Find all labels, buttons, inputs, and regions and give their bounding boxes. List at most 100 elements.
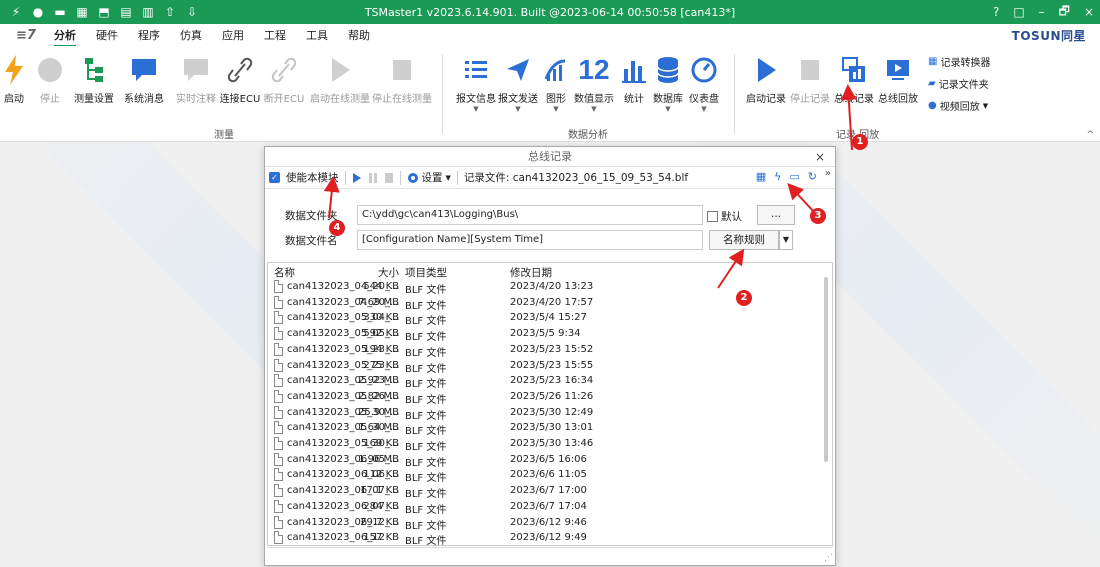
file-size: 2.92 MB <box>358 375 399 387</box>
file-size: 1.96 MB <box>358 453 399 465</box>
stop-square-icon <box>801 60 819 80</box>
folder-input[interactable]: C:\ydd\gc\can413\Logging\Bus\ <box>357 205 703 225</box>
file-date: 2023/6/7 17:04 <box>510 500 587 512</box>
connect-icon[interactable]: ⬒ <box>96 4 112 20</box>
refresh-icon[interactable]: ↻ <box>808 170 817 183</box>
pause-icon[interactable] <box>368 172 378 184</box>
vertical-scrollbar[interactable] <box>824 277 828 462</box>
file-row[interactable]: can4132023_05_23_... 275 KB BLF 文件 2023/5/2… <box>268 358 808 375</box>
file-row[interactable]: can4132023_06_07_... 284 KB BLF 文件 2023/6/7… <box>268 499 808 516</box>
grid-icon[interactable]: ▦ <box>74 4 90 20</box>
log-folder-button[interactable]: ▰ 记录文件夹 <box>928 76 989 91</box>
measure-group-label: 测量 <box>214 130 234 141</box>
bus-recording-dialog: 总线记录 × ✓ 使能本模块 设置 ▼ 记录文件: can4132023_06_… <box>264 146 836 566</box>
stop-circle-icon[interactable]: ● <box>30 4 46 20</box>
menu-project[interactable]: 工程 <box>264 27 286 43</box>
menu-hardware[interactable]: 硬件 <box>96 27 118 43</box>
annotation-badge-4: 4 <box>329 220 345 236</box>
menu-program[interactable]: 程序 <box>138 27 160 43</box>
upload-icon[interactable]: ⇧ <box>162 4 178 20</box>
minimize-button[interactable]: – <box>1039 5 1045 19</box>
chat-bubble-icon <box>132 59 156 81</box>
file-row[interactable]: can4132023_05_05_... 592 KB BLF 文件 2023/5/5… <box>268 326 808 343</box>
filename-input[interactable]: [Configuration Name][System Time] <box>357 230 703 250</box>
maximize-button[interactable]: 🗗 <box>1059 2 1070 23</box>
enable-module-checkbox[interactable]: ✓ <box>269 172 280 183</box>
file-row[interactable]: can4132023_04_20_... 7.69 MB BLF 文件 2023/4/… <box>268 295 808 312</box>
file-date: 2023/5/4 15:27 <box>510 312 587 324</box>
naming-rule-button[interactable]: 名称规则 <box>709 230 779 250</box>
default-checkbox[interactable]: 默认 <box>707 209 742 224</box>
stop-circle-icon <box>38 58 62 82</box>
file-row[interactable]: can4132023_06_12_... 29.7 KB BLF 文件 2023/6/… <box>268 515 808 532</box>
play-icon[interactable] <box>352 172 362 184</box>
file-date: 2023/4/20 13:23 <box>510 281 594 292</box>
file-row[interactable]: can4132023_06_12 157 KB BLF 文件 2023/6/12 9:… <box>268 530 808 546</box>
browse-button[interactable]: ... <box>757 205 795 225</box>
start-online-measurement-button[interactable]: 启动在线测量 <box>310 52 370 105</box>
lightning-icon[interactable]: ϟ <box>774 170 781 183</box>
chevron-down-icon: ▼ <box>982 101 989 110</box>
horizontal-scrollbar[interactable] <box>267 547 833 565</box>
disconnect-ecu-button[interactable]: 断开ECU <box>258 52 310 105</box>
file-icon <box>274 515 283 529</box>
filename-label: 数据文件名 <box>285 235 338 247</box>
export-icon[interactable]: ▦ <box>756 170 766 183</box>
column-header-size[interactable]: 大小 <box>378 265 399 280</box>
stop-icon[interactable] <box>384 172 394 184</box>
file-row[interactable]: can4132023_05_26_... 2.82 MB BLF 文件 2023/5/… <box>268 389 808 406</box>
file-date: 2023/5/26 11:26 <box>510 390 594 402</box>
file-type: BLF 文件 <box>405 536 447 546</box>
dashboard-button[interactable]: 仪表盘 ▼ <box>678 52 730 113</box>
column-header-name[interactable]: 名称 <box>274 265 295 280</box>
menu-analysis[interactable]: 分析 <box>53 27 76 47</box>
chevron-down-icon: ▼ <box>591 105 597 113</box>
help-button[interactable]: ? <box>993 5 999 19</box>
collapse-ribbon-icon[interactable]: ^ <box>1086 130 1094 140</box>
file-date: 2023/6/12 9:46 <box>510 516 587 528</box>
file-row[interactable]: can4132023_05_23_... 194 KB BLF 文件 2023/5/2… <box>268 342 808 359</box>
file-size: 157 KB <box>363 532 399 544</box>
close-button[interactable]: × <box>1084 5 1094 19</box>
file-row[interactable]: can4132023_06_06_... 112 KB BLF 文件 2023/6/6… <box>268 467 808 484</box>
file-row[interactable]: can4132023_05_30_... 25.9 MB BLF 文件 2023/5/… <box>268 405 808 422</box>
column-header-date[interactable]: 修改日期 <box>510 265 552 280</box>
layout-icon[interactable]: ▤ <box>118 4 134 20</box>
monitor-play-icon <box>887 60 909 80</box>
message-icon[interactable]: ▬ <box>52 4 68 20</box>
group-divider <box>734 54 735 134</box>
layout-edit-icon[interactable]: ▥ <box>140 4 156 20</box>
stop-button[interactable]: 停止 <box>30 52 70 105</box>
stop-square-icon <box>393 60 411 80</box>
resize-grip-icon[interactable]: ⋰ <box>824 553 833 563</box>
file-row[interactable]: can4132023_05_04_... 330 KB BLF 文件 2023/5/4… <box>268 310 808 327</box>
stop-online-measurement-button[interactable]: 停止在线测量 <box>372 52 432 105</box>
naming-rule-dropdown[interactable]: ▼ <box>779 230 793 250</box>
start-button[interactable]: 启动 <box>0 52 34 105</box>
more-icon[interactable]: » <box>825 168 831 179</box>
file-row[interactable]: can4132023_04_20_... 544 KB BLF 文件 2023/4/2… <box>268 279 808 296</box>
clear-icon[interactable]: ▭ <box>789 170 799 183</box>
download-icon[interactable]: ⇩ <box>184 4 200 20</box>
dialog-close-icon[interactable]: × <box>815 147 825 167</box>
file-row[interactable]: can4132023_05_23_... 2.92 MB BLF 文件 2023/5/… <box>268 373 808 390</box>
bus-playback-button[interactable]: 总线回放 <box>872 52 924 105</box>
menu-tools[interactable]: 工具 <box>306 27 328 43</box>
menu-simulation[interactable]: 仿真 <box>180 27 202 43</box>
column-header-type[interactable]: 项目类型 <box>405 265 447 280</box>
file-row[interactable]: can4132023_05_30_... 1.64 MB BLF 文件 2023/5/… <box>268 420 808 437</box>
measurement-setup-button[interactable]: 测量设置 <box>68 52 120 105</box>
lightning-icon[interactable]: ⚡ <box>8 4 24 20</box>
file-row[interactable]: can4132023_06_05_... 1.96 MB BLF 文件 2023/6/… <box>268 452 808 469</box>
file-date: 2023/5/30 12:49 <box>510 406 594 418</box>
menu-help[interactable]: 帮助 <box>348 27 370 43</box>
menu-application[interactable]: 应用 <box>222 27 244 43</box>
settings-dropdown[interactable]: 设置 ▼ <box>407 170 451 185</box>
enable-module-label: 使能本模块 <box>286 172 339 184</box>
restore-layout-button[interactable]: □ <box>1013 5 1024 19</box>
file-row[interactable]: can4132023_06_07_... 17.1 KB BLF 文件 2023/6/… <box>268 483 808 500</box>
log-converter-button[interactable]: ▦ 记录转换器 <box>928 54 990 69</box>
system-messages-button[interactable]: 系统消息 <box>118 52 170 105</box>
file-row[interactable]: can4132023_05_30_... 169 KB BLF 文件 2023/5/3… <box>268 436 808 453</box>
video-playback-button[interactable]: ● 视频回放 ▼ <box>928 98 988 113</box>
